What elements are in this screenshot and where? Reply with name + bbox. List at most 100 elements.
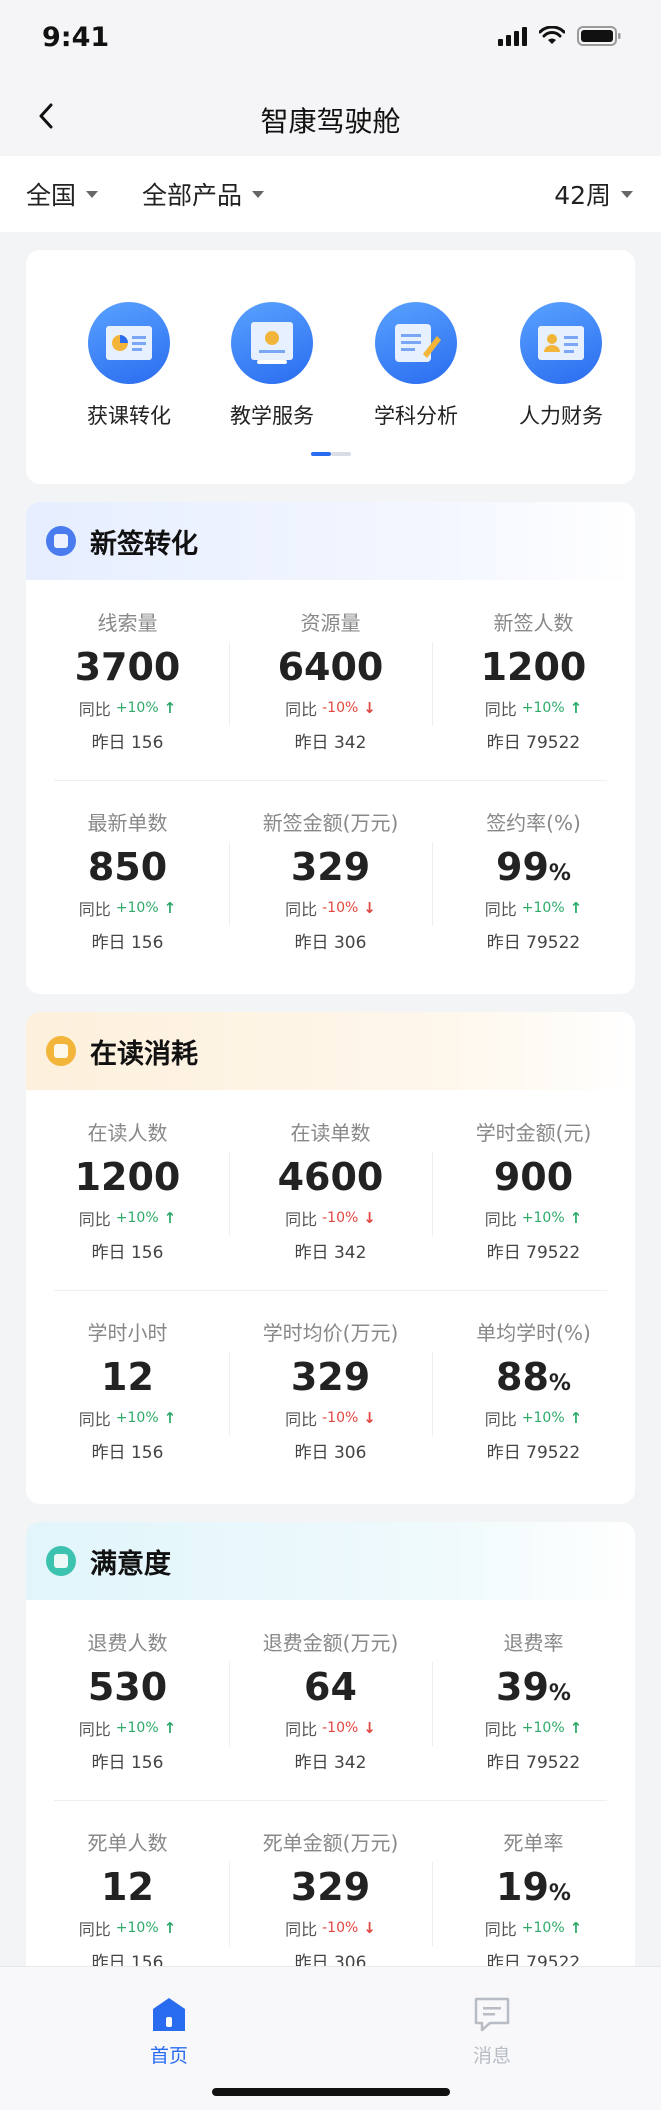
compare-label: 同比 bbox=[285, 900, 318, 919]
metric-yesterday: 昨日 156 bbox=[91, 733, 164, 753]
metric-cell[interactable]: 最新单数 850 同比 +10% ↑ 昨日 156 bbox=[26, 780, 229, 980]
arrow-down-icon: ↓ bbox=[363, 1719, 376, 1737]
change-value: +10% bbox=[115, 1410, 159, 1426]
arrow-down-icon: ↓ bbox=[363, 1919, 376, 1937]
quick-menu-item-hr-finance[interactable]: 人力财务 bbox=[501, 302, 621, 430]
change-value: +10% bbox=[115, 1720, 159, 1736]
quick-menu-item-teaching[interactable]: 教学服务 bbox=[212, 302, 332, 430]
metric-row: 最新单数 850 同比 +10% ↑ 昨日 156 新签金额(万元) 329 同比 -10% ↓ 昨日… bbox=[26, 780, 635, 980]
battery-icon bbox=[577, 26, 621, 46]
tab-home[interactable]: 首页 bbox=[124, 1995, 214, 2068]
compare-label: 同比 bbox=[484, 1210, 517, 1229]
metric-compare: 同比 +10% ↑ bbox=[432, 1716, 635, 1740]
change-value: +10% bbox=[521, 1720, 565, 1736]
metric-cell[interactable]: 退费人数 530 同比 +10% ↑ 昨日 156 bbox=[26, 1600, 229, 1800]
metric-yesterday: 昨日 156 bbox=[91, 1753, 164, 1773]
metric-yesterday: 昨日 306 bbox=[294, 1443, 367, 1463]
metric-cell[interactable]: 新签金额(万元) 329 同比 -10% ↓ 昨日 306 bbox=[229, 780, 432, 980]
metric-cell[interactable]: 线索量 3700 同比 +10% ↑ 昨日 156 bbox=[26, 580, 229, 780]
metric-yesterday: 昨日 306 bbox=[294, 933, 367, 953]
page-title: 智康驾驶舱 bbox=[260, 105, 401, 138]
metric-label: 死单金额(万元) bbox=[262, 1831, 399, 1855]
status-bar: 9:41 bbox=[0, 0, 661, 78]
metric-cell[interactable]: 单均学时(%) 88% 同比 +10% ↑ 昨日 79522 bbox=[432, 1290, 635, 1490]
metric-yesterday: 昨日 342 bbox=[294, 1243, 367, 1263]
change-value: +10% bbox=[115, 1210, 159, 1226]
metric-cell[interactable]: 在读单数 4600 同比 -10% ↓ 昨日 342 bbox=[229, 1090, 432, 1290]
arrow-up-icon: ↑ bbox=[163, 899, 177, 917]
metric-cell[interactable]: 退费金额(万元) 64 同比 -10% ↓ 昨日 342 bbox=[229, 1600, 432, 1800]
quick-menu-item-subject[interactable]: 学科分析 bbox=[356, 302, 476, 430]
compare-label: 同比 bbox=[285, 1920, 318, 1939]
change-value: +10% bbox=[115, 900, 159, 916]
metric-compare: 同比 -10% ↓ bbox=[229, 896, 432, 920]
compare-label: 同比 bbox=[285, 700, 318, 719]
metric-cell[interactable]: 签约率(%) 99% 同比 +10% ↑ 昨日 79522 bbox=[432, 780, 635, 980]
metric-cell[interactable]: 退费率 39% 同比 +10% ↑ 昨日 79522 bbox=[432, 1600, 635, 1800]
quick-menu-item-conversion[interactable]: 获课转化 bbox=[69, 302, 189, 430]
metric-cell[interactable]: 资源量 6400 同比 -10% ↓ 昨日 342 bbox=[229, 580, 432, 780]
week-filter[interactable]: 42周 bbox=[554, 176, 633, 212]
compare-label: 同比 bbox=[285, 1410, 318, 1429]
compare-label: 同比 bbox=[285, 1720, 318, 1739]
arrow-up-icon: ↑ bbox=[569, 1919, 583, 1937]
compare-label: 同比 bbox=[484, 1920, 517, 1939]
metric-unit: % bbox=[548, 861, 571, 886]
metric-number: 39 bbox=[496, 1665, 549, 1709]
arrow-up-icon: ↑ bbox=[163, 1209, 177, 1227]
compare-label: 同比 bbox=[484, 1720, 517, 1739]
chart-screen-icon bbox=[88, 302, 170, 384]
metric-number: 4600 bbox=[277, 1155, 384, 1199]
change-value: -10% bbox=[322, 1920, 359, 1936]
metric-label: 学时小时 bbox=[87, 1321, 168, 1345]
filter-bar: 全国 全部产品 42周 bbox=[0, 156, 661, 232]
metric-compare: 同比 +10% ↑ bbox=[26, 1916, 229, 1940]
metric-number: 88 bbox=[496, 1355, 549, 1399]
metric-cell[interactable]: 学时金额(元) 900 同比 +10% ↑ 昨日 79522 bbox=[432, 1090, 635, 1290]
metric-number: 329 bbox=[290, 1865, 371, 1909]
compare-label: 同比 bbox=[484, 700, 517, 719]
section-title: 在读消耗 bbox=[90, 1038, 198, 1070]
metric-value: 88% bbox=[432, 1354, 635, 1400]
section-header: 在读消耗 bbox=[26, 1012, 635, 1090]
product-filter[interactable]: 全部产品 bbox=[142, 176, 265, 212]
metric-label: 资源量 bbox=[300, 611, 361, 635]
arrow-up-icon: ↑ bbox=[163, 1919, 177, 1937]
metric-cell[interactable]: 在读人数 1200 同比 +10% ↑ 昨日 156 bbox=[26, 1090, 229, 1290]
metric-grid: 在读人数 1200 同比 +10% ↑ 昨日 156 在读单数 4600 同比 -10% ↓ 昨日 3… bbox=[26, 1090, 635, 1490]
metric-number: 329 bbox=[290, 1355, 371, 1399]
caret-down-icon bbox=[86, 190, 99, 198]
change-value: +10% bbox=[521, 900, 565, 916]
metric-compare: 同比 -10% ↓ bbox=[229, 1206, 432, 1230]
metric-value: 900 bbox=[432, 1154, 635, 1200]
status-icons bbox=[498, 26, 621, 46]
metric-yesterday: 昨日 79522 bbox=[486, 1243, 581, 1263]
section-in-study: 在读消耗在读人数 1200 同比 +10% ↑ 昨日 156 在读单数 4600 同比 -10% ↓… bbox=[26, 1012, 635, 1504]
page-dot-active bbox=[311, 452, 331, 456]
metric-value: 4600 bbox=[229, 1154, 432, 1200]
metric-cell[interactable]: 学时均价(万元) 329 同比 -10% ↓ 昨日 306 bbox=[229, 1290, 432, 1490]
change-value: +10% bbox=[521, 1410, 565, 1426]
metric-compare: 同比 -10% ↓ bbox=[229, 1916, 432, 1940]
caret-down-icon bbox=[252, 190, 265, 198]
metric-value: 64 bbox=[229, 1664, 432, 1710]
metric-grid: 退费人数 530 同比 +10% ↑ 昨日 156 退费金额(万元) 64 同比 -10% ↓ 昨日 … bbox=[26, 1600, 635, 2000]
arrow-up-icon: ↑ bbox=[163, 1409, 177, 1427]
metric-cell[interactable]: 学时小时 12 同比 +10% ↑ 昨日 156 bbox=[26, 1290, 229, 1490]
metric-label: 在读单数 bbox=[290, 1121, 371, 1145]
metric-yesterday: 昨日 79522 bbox=[486, 1443, 581, 1463]
change-value: -10% bbox=[322, 1720, 359, 1736]
metric-label: 死单率 bbox=[503, 1831, 564, 1855]
arrow-up-icon: ↑ bbox=[569, 899, 583, 917]
compare-label: 同比 bbox=[78, 700, 111, 719]
metric-compare: 同比 -10% ↓ bbox=[229, 1716, 432, 1740]
metric-yesterday: 昨日 156 bbox=[91, 933, 164, 953]
arrow-up-icon: ↑ bbox=[569, 1409, 583, 1427]
metric-yesterday: 昨日 79522 bbox=[486, 1753, 581, 1773]
tab-messages[interactable]: 消息 bbox=[447, 1995, 537, 2068]
metric-row: 学时小时 12 同比 +10% ↑ 昨日 156 学时均价(万元) 329 同比 -10% ↓ 昨日 … bbox=[26, 1290, 635, 1490]
region-filter[interactable]: 全国 bbox=[26, 176, 99, 212]
metric-compare: 同比 +10% ↑ bbox=[26, 1206, 229, 1230]
metric-cell[interactable]: 新签人数 1200 同比 +10% ↑ 昨日 79522 bbox=[432, 580, 635, 780]
metric-number: 3700 bbox=[74, 645, 181, 689]
